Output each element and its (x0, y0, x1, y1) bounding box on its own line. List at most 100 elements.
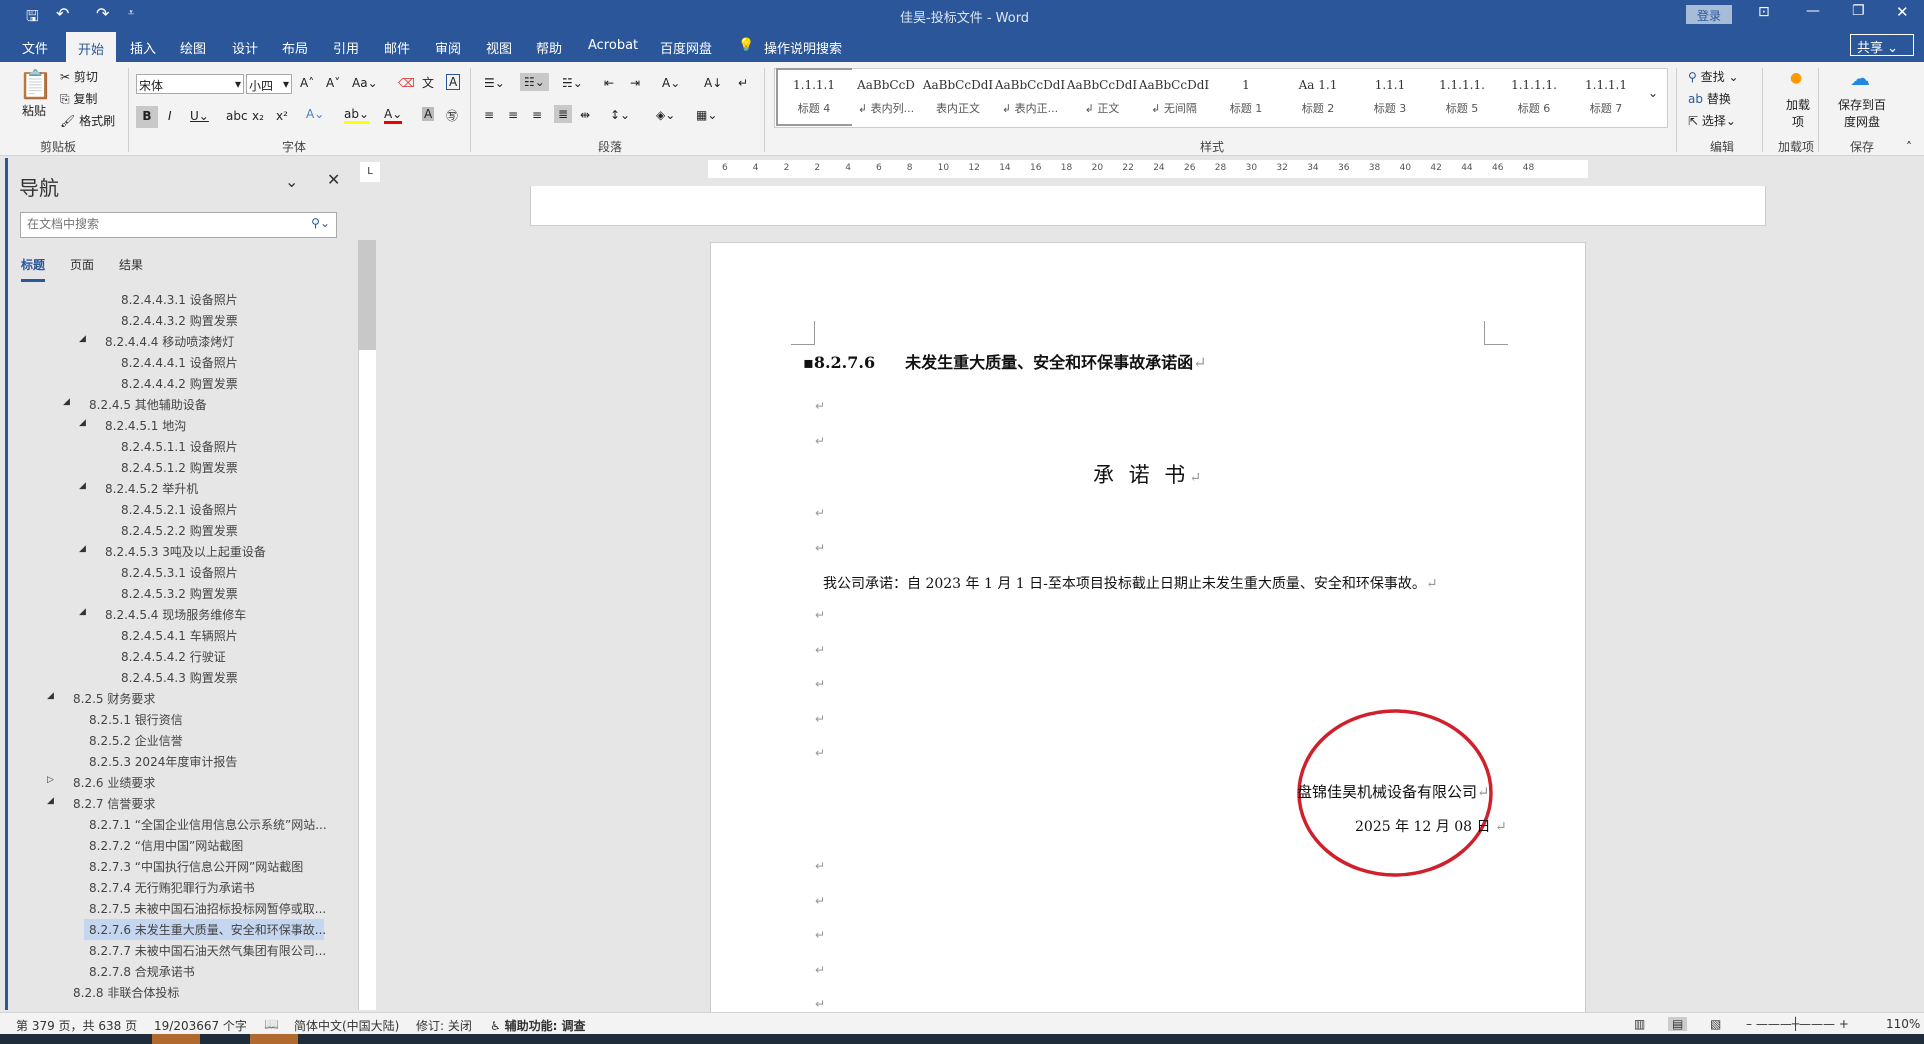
find-button[interactable]: ⚲ 查找 ⌄ (1688, 68, 1739, 85)
save-to-baidu-button[interactable]: 保存到百度网盘 (1834, 96, 1890, 130)
font-size-select[interactable]: 小四 ▾ (246, 74, 292, 94)
customize-qat-icon[interactable]: ⩡ (128, 6, 134, 20)
align-left-icon[interactable]: ≡ (484, 108, 494, 122)
nav-heading-item[interactable]: 8.2.7.2 “信用中国”网站截图 (84, 835, 248, 856)
paste-icon[interactable]: 📋 (18, 68, 53, 101)
highlight-icon[interactable]: ab⌄ (344, 107, 370, 124)
expand-icon[interactable]: ▷ (47, 775, 54, 785)
justify-icon[interactable]: ≣ (554, 105, 573, 123)
proofing-icon[interactable]: 📖 (264, 1017, 279, 1031)
taskbar-app[interactable] (152, 1034, 200, 1044)
nav-heading-item[interactable]: 8.2.5.1 银行资信 (84, 709, 188, 730)
copy-button[interactable]: ⎘ 复制 (60, 90, 97, 107)
nav-heading-item[interactable]: 8.2.6 业绩要求 (68, 772, 160, 793)
styles-more-icon[interactable]: ⌄ (1648, 86, 1658, 100)
nav-heading-item[interactable]: 8.2.8 非联合体投标 (68, 982, 184, 1003)
nav-heading-item[interactable]: 8.2.7.3 “中国执行信息公开网”网站截图 (84, 856, 308, 877)
tab-file[interactable]: 文件 (22, 38, 48, 57)
nav-heading-item[interactable]: 8.2.4.5.1 地沟 (100, 415, 191, 436)
distributed-icon[interactable]: ⇹ (580, 108, 590, 122)
italic-button[interactable]: I (168, 109, 172, 123)
borders-icon[interactable]: ▦⌄ (696, 108, 717, 122)
tab-references[interactable]: 引用 (333, 38, 359, 57)
ribbon-display-icon[interactable]: ⊡ (1758, 4, 1770, 20)
format-painter-button[interactable]: 🖌 格式刷 (60, 112, 115, 129)
tab-mailings[interactable]: 邮件 (384, 38, 410, 57)
addins-button[interactable]: 加载项 (1782, 96, 1814, 130)
read-mode-icon[interactable]: ▥ (1634, 1017, 1645, 1031)
subscript-button[interactable]: x₂ (252, 109, 264, 123)
restore-button[interactable]: ❐ (1852, 3, 1865, 19)
print-layout-icon[interactable]: ▤ (1668, 1017, 1688, 1031)
login-button[interactable]: 登录 (1686, 5, 1732, 24)
line-spacing-icon[interactable]: ↕⌄ (610, 108, 630, 122)
nav-heading-item[interactable]: 8.2.4.5.1.1 设备照片 (116, 436, 243, 457)
search-icon[interactable]: ⚲⌄ (311, 216, 330, 230)
style-8[interactable]: 1.1.1 标题 3 (1354, 70, 1426, 124)
nav-heading-item[interactable]: 8.2.4.5.2.1 设备照片 (116, 499, 243, 520)
nav-heading-item[interactable]: 8.2.4.5.2 举升机 (100, 478, 203, 499)
nav-heading-item[interactable]: 8.2.4.5.3 3吨及以上起重设备 (100, 541, 271, 562)
nav-tab-results[interactable]: 结果 (119, 256, 143, 273)
track-changes-status[interactable]: 修订: 关闭 (416, 1017, 472, 1034)
collapse-icon[interactable]: ◢ (79, 481, 86, 491)
accessibility-status[interactable]: ♿ 辅助功能: 调查 (490, 1017, 586, 1034)
nav-tab-pages[interactable]: 页面 (70, 256, 94, 273)
style-2[interactable]: AaBbCcDdI 表内正文 (922, 70, 994, 124)
nav-heading-item[interactable]: 8.2.4.5.4.2 行驶证 (116, 646, 231, 667)
style-3[interactable]: AaBbCcDdI ↲ 表内正... (994, 70, 1066, 124)
save-icon[interactable]: 🖫 (26, 6, 39, 31)
page-count[interactable]: 第 379 页，共 638 页 (16, 1017, 137, 1034)
paste-button[interactable]: 粘贴 (22, 102, 46, 119)
nav-heading-item[interactable]: 8.2.5 财务要求 (68, 688, 160, 709)
document-page[interactable]: ▪8.2.7.6 未发生重大质量、安全和环保事故承诺函↵ 承 诺 书↵ 我公司承诺… (710, 242, 1586, 1022)
nav-heading-item[interactable]: 8.2.4.5.4.1 车辆照片 (116, 625, 243, 646)
nav-heading-item[interactable]: 8.2.4.4.4.1 设备照片 (116, 352, 243, 373)
redo-icon[interactable]: ↷ (96, 4, 109, 23)
vertical-ruler[interactable] (358, 240, 376, 1010)
nav-close-icon[interactable]: ✕ (327, 170, 340, 189)
horizontal-ruler[interactable] (708, 160, 1588, 178)
tab-draw[interactable]: 绘图 (180, 38, 206, 57)
increase-indent-icon[interactable]: ⇥ (630, 76, 640, 90)
tab-view[interactable]: 视图 (486, 38, 512, 57)
tab-selector[interactable]: L (360, 162, 380, 182)
zoom-slider[interactable]: – ———┼——— + (1746, 1017, 1849, 1031)
word-count[interactable]: 19/203667 个字 (154, 1017, 247, 1034)
collapse-icon[interactable]: ◢ (47, 691, 54, 701)
close-button[interactable]: ✕ (1896, 3, 1909, 21)
addins-icon[interactable]: ● (1790, 70, 1802, 86)
tab-baidu[interactable]: 百度网盘 (660, 38, 712, 57)
nav-heading-item[interactable]: 8.2.7.8 合规承诺书 (84, 961, 200, 982)
superscript-button[interactable]: x² (276, 109, 288, 123)
nav-heading-item[interactable]: 8.2.5.3 2024年度审计报告 (84, 751, 242, 772)
taskbar-app[interactable] (250, 1034, 298, 1044)
style-10[interactable]: 1.1.1.1. 标题 6 (1498, 70, 1570, 124)
numbering-icon[interactable]: ☷⌄ (520, 73, 549, 91)
underline-button[interactable]: U⌄ (190, 109, 209, 123)
phonetic-guide-icon[interactable]: 文 (422, 74, 434, 91)
shrink-font-icon[interactable]: A˅ (326, 76, 340, 90)
bold-button[interactable]: B (136, 106, 158, 128)
collapse-icon[interactable]: ◢ (79, 544, 86, 554)
asian-layout-icon[interactable]: A⌄ (662, 76, 680, 90)
collapse-icon[interactable]: ◢ (47, 796, 54, 806)
minimize-button[interactable]: — (1806, 3, 1820, 19)
enclose-character-icon[interactable]: ㊢ (446, 107, 458, 124)
nav-heading-item[interactable]: 8.2.4.5.2.2 购置发票 (116, 520, 243, 541)
nav-heading-item[interactable]: 8.2.4.4.4.2 购置发票 (116, 373, 243, 394)
nav-search-input[interactable] (21, 213, 291, 235)
text-effects-icon[interactable]: A⌄ (306, 107, 324, 121)
collapse-icon[interactable]: ◢ (63, 397, 70, 407)
nav-heading-item[interactable]: 8.2.4.4.3.2 购置发票 (116, 310, 243, 331)
tab-help[interactable]: 帮助 (536, 38, 562, 57)
select-button[interactable]: ⇱ 选择⌄ (1688, 112, 1736, 129)
nav-heading-item[interactable]: 8.2.7.1 “全国企业信用信息公示系统”网站... (84, 814, 332, 835)
strikethrough-button[interactable]: abc (226, 109, 248, 123)
nav-heading-item[interactable]: 8.2.7.4 无行贿犯罪行为承诺书 (84, 877, 260, 898)
clear-format-icon[interactable]: ⌫ (398, 76, 415, 90)
multilevel-list-icon[interactable]: ☵⌄ (562, 76, 583, 90)
nav-heading-item[interactable]: 8.2.4.5.1.2 购置发票 (116, 457, 243, 478)
style-11[interactable]: 1.1.1.1 标题 7 (1570, 70, 1642, 124)
font-color-icon[interactable]: A⌄ (384, 107, 403, 124)
